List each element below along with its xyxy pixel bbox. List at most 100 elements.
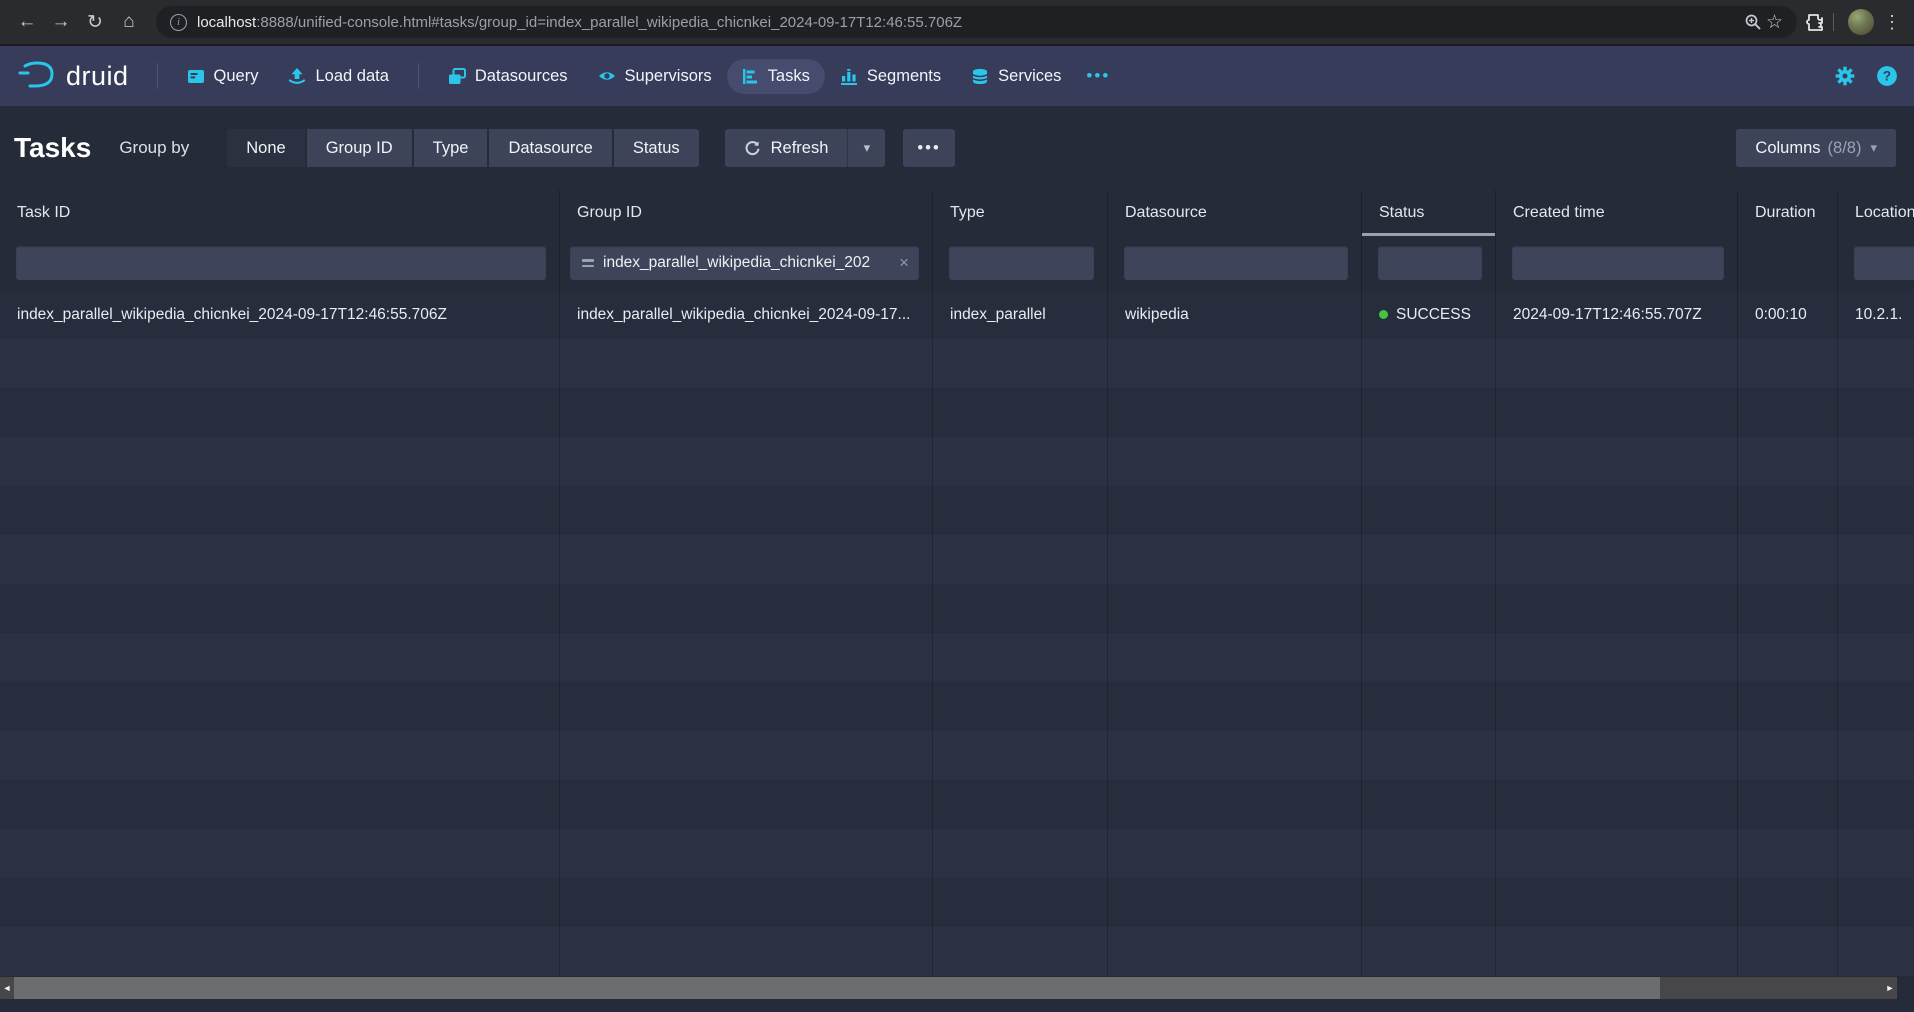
empty-cell (933, 878, 1108, 927)
column-header-status[interactable]: Status (1362, 190, 1496, 236)
empty-cell (0, 633, 560, 682)
nav-tab-tasks-label: Tasks (768, 67, 810, 86)
status-filter-input[interactable] (1378, 246, 1482, 280)
column-header-type[interactable]: Type (933, 190, 1108, 236)
empty-cell (1738, 731, 1838, 780)
cell-type[interactable]: index_parallel (933, 290, 1108, 339)
column-header-location[interactable]: Location (1838, 190, 1914, 236)
empty-cell (1496, 780, 1738, 829)
group-by-datasource-button[interactable]: Datasource (489, 129, 611, 167)
refresh-button-label: Refresh (771, 139, 829, 158)
scroll-right-icon[interactable]: ► (1883, 983, 1897, 993)
group-by-type-button[interactable]: Type (414, 129, 488, 167)
empty-cell (933, 780, 1108, 829)
brand-name: druid (66, 61, 129, 92)
created-time-filter-input[interactable] (1512, 246, 1724, 280)
cell-duration[interactable]: 0:00:10 (1738, 290, 1838, 339)
bookmark-star-icon[interactable]: ☆ (1766, 11, 1783, 34)
empty-cell (933, 388, 1108, 437)
empty-cell (0, 437, 560, 486)
url-text: localhost:8888/unified-console.html#task… (197, 14, 1744, 31)
segments-chart-icon (840, 68, 858, 85)
cell-created-time[interactable]: 2024-09-17T12:46:55.707Z (1496, 290, 1738, 339)
group-by-group-id-button[interactable]: Group ID (307, 129, 412, 167)
browser-menu-icon[interactable]: ⋮ (1880, 12, 1904, 33)
empty-table-row (0, 437, 1914, 486)
refresh-caret-button[interactable]: ▾ (847, 129, 885, 167)
empty-cell (933, 339, 1108, 388)
column-header-created-time[interactable]: Created time (1496, 190, 1738, 236)
reload-button[interactable]: ↻ (80, 7, 110, 37)
empty-table-row (0, 780, 1914, 829)
group-by-button-group: None Group ID Type Datasource Status (227, 129, 698, 167)
empty-cell (560, 731, 933, 780)
cell-group-id[interactable]: index_parallel_wikipedia_chicnkei_2024-0… (560, 290, 933, 339)
columns-button[interactable]: Columns (8/8) ▾ (1736, 129, 1896, 167)
cell-status[interactable]: SUCCESS (1362, 290, 1496, 339)
empty-cell (560, 878, 933, 927)
empty-cell (1362, 829, 1496, 878)
load-data-icon (288, 67, 306, 85)
group-id-filter-input[interactable]: index_parallel_wikipedia_chicnkei_202 × (570, 246, 919, 280)
column-header-group-id[interactable]: Group ID (560, 190, 933, 236)
settings-gear-icon[interactable] (1834, 65, 1856, 87)
empty-cell (1362, 682, 1496, 731)
type-filter-input[interactable] (949, 246, 1094, 280)
empty-cell (933, 535, 1108, 584)
empty-cell (1496, 339, 1738, 388)
datasource-filter-input[interactable] (1124, 246, 1348, 280)
nav-more-icon[interactable]: ••• (1076, 58, 1120, 94)
nav-tab-tasks[interactable]: Tasks (727, 59, 825, 94)
empty-cell (0, 927, 560, 976)
home-button[interactable]: ⌂ (114, 7, 144, 37)
empty-cell (1496, 535, 1738, 584)
profile-avatar[interactable] (1848, 9, 1874, 35)
nav-tab-services[interactable]: Services (956, 59, 1076, 94)
forward-button[interactable]: → (46, 7, 76, 37)
nav-tab-query-label: Query (214, 67, 259, 86)
zoom-icon[interactable] (1744, 13, 1762, 31)
nav-tab-datasources[interactable]: Datasources (433, 59, 583, 94)
refresh-split-button: Refresh ▾ (725, 129, 886, 167)
address-bar[interactable]: i localhost:8888/unified-console.html#ta… (156, 6, 1797, 38)
help-icon[interactable]: ? (1876, 65, 1898, 87)
empty-cell (560, 388, 933, 437)
scrollbar-thumb[interactable] (14, 977, 1660, 999)
nav-tab-query[interactable]: Query (172, 59, 274, 94)
column-header-task-id[interactable]: Task ID (0, 190, 560, 236)
column-header-datasource[interactable]: Datasource (1108, 190, 1362, 236)
site-info-icon[interactable]: i (170, 14, 187, 31)
empty-cell (933, 584, 1108, 633)
refresh-button[interactable]: Refresh (725, 129, 848, 167)
navbar-divider (418, 63, 419, 89)
cell-location[interactable]: 10.2.1. (1838, 290, 1914, 339)
empty-cell (933, 682, 1108, 731)
empty-table-row (0, 682, 1914, 731)
group-by-none-button[interactable]: None (227, 129, 304, 167)
druid-logo[interactable]: druid (16, 60, 129, 92)
navbar-divider (157, 63, 158, 89)
empty-table-row (0, 388, 1914, 437)
empty-cell (1362, 388, 1496, 437)
cell-datasource[interactable]: wikipedia (1108, 290, 1362, 339)
empty-cell (1108, 535, 1362, 584)
back-button[interactable]: ← (12, 7, 42, 37)
scroll-left-icon[interactable]: ◄ (0, 983, 14, 993)
nav-tab-load-data[interactable]: Load data (273, 59, 403, 94)
location-filter-input[interactable] (1854, 246, 1914, 280)
empty-cell (1362, 339, 1496, 388)
extensions-icon[interactable] (1805, 12, 1825, 32)
empty-cell (0, 584, 560, 633)
column-header-duration[interactable]: Duration (1738, 190, 1838, 236)
columns-count: (8/8) (1828, 139, 1862, 158)
nav-tab-supervisors[interactable]: Supervisors (583, 59, 727, 94)
horizontal-scrollbar[interactable]: ◄ ► (0, 977, 1897, 999)
table-row[interactable]: index_parallel_wikipedia_chicnkei_2024-0… (0, 290, 1914, 339)
clear-filter-icon[interactable]: × (899, 253, 909, 273)
nav-tab-segments[interactable]: Segments (825, 59, 956, 94)
group-by-status-button[interactable]: Status (614, 129, 699, 167)
more-actions-button[interactable]: ••• (903, 129, 954, 167)
cell-task-id[interactable]: index_parallel_wikipedia_chicnkei_2024-0… (0, 290, 560, 339)
empty-table-row (0, 878, 1914, 927)
task-id-filter-input[interactable] (16, 246, 546, 280)
